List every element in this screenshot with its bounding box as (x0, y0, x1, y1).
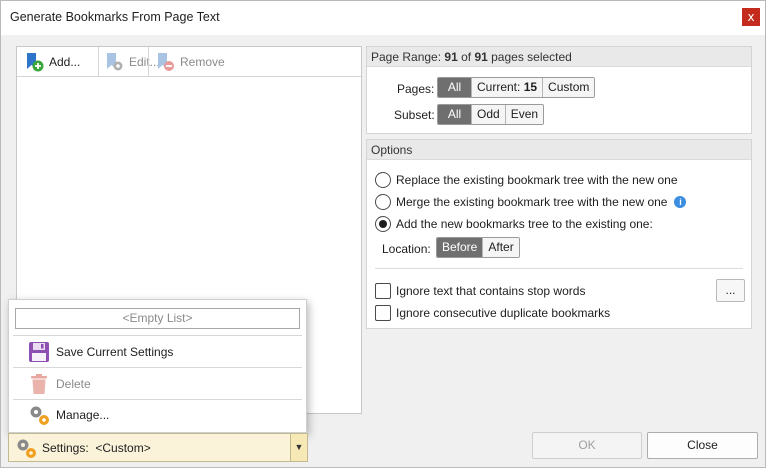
page-range-prefix: Page Range: (371, 50, 445, 64)
location-segmented-control: Before After (436, 237, 520, 258)
subset-odd-option[interactable]: Odd (472, 105, 506, 124)
bookmark-edit-icon (103, 51, 125, 73)
options-divider (375, 268, 743, 269)
dialog-window: Generate Bookmarks From Page Text x Add.… (0, 0, 766, 468)
page-range-total: 91 (474, 50, 488, 64)
remove-button[interactable]: Remove (150, 47, 225, 76)
options-group: Options Replace the existing bookmark tr… (366, 139, 752, 329)
subset-segmented-control: All Odd Even (437, 104, 545, 125)
chevron-down-icon[interactable]: ▼ (290, 434, 307, 461)
save-settings-item[interactable]: Save Current Settings (27, 340, 173, 364)
stop-words-browse-button[interactable]: ... (716, 279, 745, 302)
pages-all-option[interactable]: All (438, 78, 472, 97)
settings-gears-icon (14, 436, 38, 460)
ok-button[interactable]: OK (532, 432, 642, 459)
settings-combo-text: Settings: <Custom> (42, 441, 151, 455)
add-button-label: Add... (49, 54, 81, 69)
menu-separator (13, 367, 302, 368)
remove-button-label: Remove (180, 54, 225, 69)
menu-separator (13, 399, 302, 400)
stop-words-checkbox[interactable] (375, 283, 391, 299)
page-range-suffix: pages selected (487, 50, 572, 64)
bookmark-add-icon (23, 51, 45, 73)
manage-settings-item[interactable]: Manage... (27, 403, 109, 427)
title-bar: Generate Bookmarks From Page Text x (1, 1, 765, 35)
subset-even-option[interactable]: Even (505, 105, 544, 124)
duplicates-row[interactable]: Ignore consecutive duplicate bookmarks (375, 305, 610, 321)
subset-label: Subset: (394, 108, 435, 122)
stop-words-label: Ignore text that contains stop words (396, 284, 586, 298)
window-title: Generate Bookmarks From Page Text (10, 10, 220, 24)
trash-icon (27, 372, 51, 396)
duplicates-label: Ignore consecutive duplicate bookmarks (396, 306, 611, 320)
info-icon[interactable]: i (674, 196, 687, 208)
close-button[interactable]: Close (647, 432, 758, 459)
radio-replace-label: Replace the existing bookmark tree with … (396, 173, 678, 187)
settings-value: <Custom> (95, 441, 151, 455)
radio-merge-row[interactable]: Merge the existing bookmark tree with th… (375, 194, 687, 210)
current-page-number: 15 (523, 80, 538, 94)
options-header: Options (367, 140, 751, 160)
pages-label: Pages: (397, 82, 435, 96)
radio-merge-label: Merge the existing bookmark tree with th… (396, 195, 668, 209)
empty-list-item[interactable]: <Empty List> (15, 308, 300, 329)
page-range-of: of (457, 50, 475, 64)
location-after-option[interactable]: After (483, 238, 519, 257)
pages-segmented-control: All Current: 15 Custom (437, 77, 596, 98)
radio-replace-row[interactable]: Replace the existing bookmark tree with … (375, 172, 678, 188)
radio-replace[interactable] (375, 172, 391, 188)
floppy-disk-icon (27, 340, 51, 364)
delete-settings-label: Delete (56, 377, 91, 391)
pages-custom-option[interactable]: Custom (543, 78, 595, 97)
close-window-button[interactable]: x (742, 8, 760, 26)
settings-dropdown-menu: <Empty List> Save Current Settings Delet… (8, 299, 307, 433)
save-settings-label: Save Current Settings (56, 345, 174, 359)
page-range-header: Page Range: 91 of 91 pages selected (367, 47, 751, 67)
settings-combobox[interactable]: Settings: <Custom> ▼ (8, 433, 308, 462)
radio-add[interactable] (375, 216, 391, 232)
bookmark-remove-icon (154, 51, 176, 73)
subset-all-option[interactable]: All (438, 105, 472, 124)
manage-settings-label: Manage... (56, 408, 110, 422)
current-prefix: Current: (477, 80, 524, 94)
radio-add-label: Add the new bookmarks tree to the existi… (396, 217, 653, 231)
duplicates-checkbox[interactable] (375, 305, 391, 321)
delete-settings-item[interactable]: Delete (27, 372, 91, 396)
settings-label: Settings: (42, 441, 89, 455)
location-before-option[interactable]: Before (437, 238, 484, 257)
stop-words-row[interactable]: Ignore text that contains stop words (375, 283, 585, 299)
toolbar-divider (148, 47, 149, 76)
menu-separator (13, 335, 302, 336)
radio-add-row[interactable]: Add the new bookmarks tree to the existi… (375, 216, 653, 232)
gears-icon (27, 403, 51, 427)
page-range-group: Page Range: 91 of 91 pages selected Page… (366, 46, 752, 134)
add-button[interactable]: Add... (19, 47, 80, 76)
page-range-count: 91 (444, 50, 458, 64)
radio-merge[interactable] (375, 194, 391, 210)
list-toolbar: Add... Edit... Remove (17, 47, 361, 77)
pages-current-option[interactable]: Current: 15 (472, 78, 544, 97)
location-label: Location: (382, 242, 431, 256)
